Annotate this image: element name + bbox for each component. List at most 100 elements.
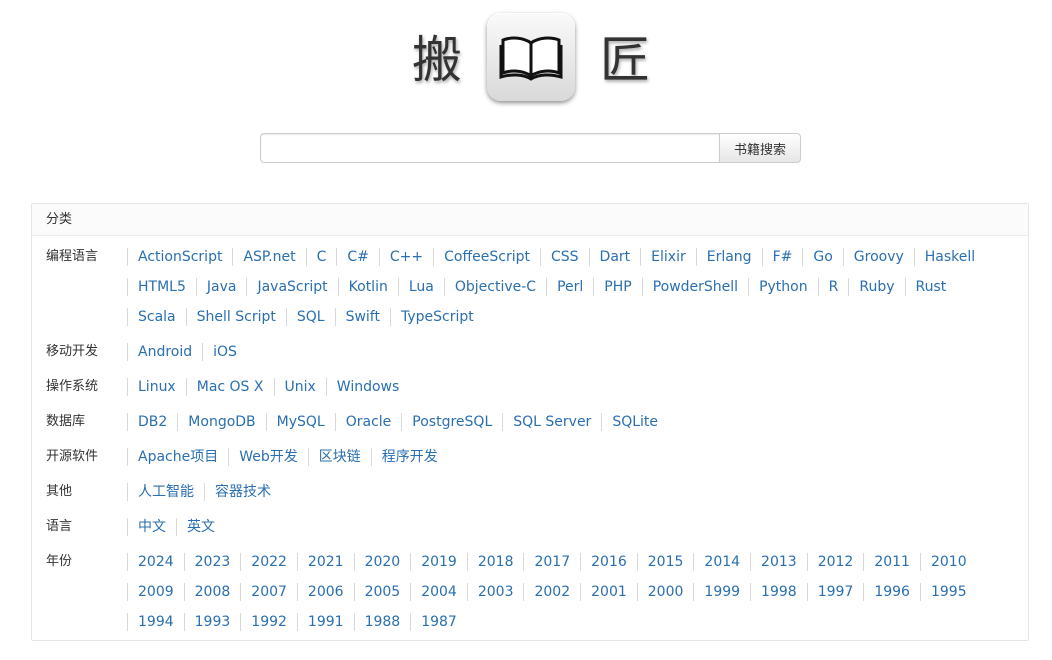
category-link[interactable]: Oracle	[334, 413, 402, 431]
category-link[interactable]: 2022	[240, 553, 297, 571]
category-link[interactable]: Groovy	[842, 248, 914, 266]
category-link[interactable]: 1987	[410, 613, 467, 631]
category-link[interactable]: Scala	[127, 308, 186, 326]
category-row-items: ActionScript ASP.net C C# C++ CoffeeScript CSS…	[127, 242, 1007, 332]
category-link[interactable]: 2008	[183, 583, 241, 601]
category-link[interactable]: 2002	[523, 583, 580, 601]
category-link[interactable]: 1998	[750, 583, 807, 601]
category-link[interactable]: iOS	[202, 343, 247, 361]
book-search-button[interactable]: 书籍搜索	[719, 133, 801, 163]
category-link[interactable]: PostgreSQL	[401, 413, 502, 431]
category-link[interactable]: 2014	[693, 553, 750, 571]
category-link[interactable]: 2017	[523, 553, 580, 571]
category-link[interactable]: PHP	[593, 278, 641, 296]
category-link[interactable]: Haskell	[913, 248, 985, 266]
category-link[interactable]: 区块链	[307, 448, 371, 466]
category-link[interactable]: PowderShell	[641, 278, 748, 296]
category-link[interactable]: 2005	[353, 583, 411, 601]
category-link[interactable]: MySQL	[265, 413, 335, 431]
category-row-label: 年份	[46, 554, 73, 569]
category-link[interactable]: SQL Server	[502, 413, 601, 431]
category-link[interactable]: 1992	[240, 613, 297, 631]
category-link[interactable]: Swift	[334, 308, 390, 326]
category-link[interactable]: DB2	[127, 413, 177, 431]
category-link[interactable]: C++	[378, 248, 433, 266]
category-link[interactable]: 2023	[183, 553, 241, 571]
category-link[interactable]: 人工智能	[127, 483, 204, 501]
category-link[interactable]: Dart	[588, 248, 641, 266]
category-link[interactable]: Apache项目	[127, 448, 228, 466]
category-link[interactable]: Go	[802, 248, 842, 266]
category-link[interactable]: 1995	[919, 583, 977, 601]
category-link[interactable]: Elixir	[640, 248, 696, 266]
category-link[interactable]: SQLite	[601, 413, 668, 431]
category-link[interactable]: 2016	[580, 553, 637, 571]
category-row-items: DB2 MongoDB MySQL Oracle PostgreSQL SQL Serve…	[127, 407, 1007, 437]
category-link[interactable]: C	[305, 248, 337, 266]
category-link[interactable]: 1993	[183, 613, 241, 631]
category-link[interactable]: 2019	[410, 553, 467, 571]
category-link[interactable]: 2015	[636, 553, 694, 571]
category-link[interactable]: Web开发	[228, 448, 308, 466]
category-link[interactable]: 1991	[296, 613, 354, 631]
category-link[interactable]: 2020	[353, 553, 411, 571]
category-link[interactable]: 2001	[580, 583, 637, 601]
category-link[interactable]: 1997	[806, 583, 864, 601]
category-link[interactable]: C#	[336, 248, 379, 266]
category-link[interactable]: 2013	[750, 553, 807, 571]
category-row-label: 其他	[46, 484, 73, 499]
category-link[interactable]: Java	[195, 278, 247, 296]
category-link[interactable]: Rust	[904, 278, 957, 296]
category-link[interactable]: 2009	[127, 583, 184, 601]
category-link[interactable]: 1999	[693, 583, 750, 601]
category-link[interactable]: 1988	[353, 613, 411, 631]
category-link[interactable]: Lua	[397, 278, 444, 296]
category-link[interactable]: Ruby	[848, 278, 904, 296]
category-link[interactable]: Unix	[273, 378, 326, 396]
category-link[interactable]: 1996	[863, 583, 920, 601]
category-link[interactable]: Mac OS X	[185, 378, 274, 396]
category-link[interactable]: 2010	[919, 553, 977, 571]
category-link[interactable]: Kotlin	[337, 278, 398, 296]
category-link[interactable]: 英文	[176, 518, 225, 536]
category-link[interactable]: 程序开发	[370, 448, 448, 466]
category-link[interactable]: Windows	[325, 378, 410, 396]
category-link[interactable]: 2000	[636, 583, 694, 601]
category-link[interactable]: 2003	[466, 583, 524, 601]
open-book-icon[interactable]	[487, 13, 575, 101]
search-input[interactable]	[260, 133, 719, 163]
category-link[interactable]: 1994	[127, 613, 184, 631]
category-link[interactable]: R	[817, 278, 849, 296]
category-link[interactable]: Python	[748, 278, 818, 296]
logo-left-char: 搬	[412, 31, 462, 89]
category-link[interactable]: 2021	[296, 553, 354, 571]
category-link[interactable]: SQL	[285, 308, 335, 326]
category-link[interactable]: 容器技术	[204, 483, 281, 501]
category-link[interactable]: JavaScript	[246, 278, 337, 296]
logo-right-char: 匠	[600, 31, 650, 89]
category-link[interactable]: 2018	[466, 553, 524, 571]
category-link[interactable]: 中文	[127, 518, 176, 536]
category-link[interactable]: Perl	[546, 278, 593, 296]
category-link[interactable]: Erlang	[695, 248, 762, 266]
category-link[interactable]: CoffeeScript	[433, 248, 540, 266]
category-link[interactable]: 2012	[806, 553, 864, 571]
category-row-label: 移动开发	[46, 344, 99, 359]
category-link[interactable]: Shell Script	[185, 308, 286, 326]
category-row-items: 人工智能 容器技术	[127, 477, 1007, 507]
category-link[interactable]: 2011	[863, 553, 920, 571]
category-link[interactable]: Android	[127, 343, 202, 361]
category-link[interactable]: MongoDB	[177, 413, 265, 431]
category-link[interactable]: CSS	[539, 248, 589, 266]
category-link[interactable]: TypeScript	[389, 308, 484, 326]
category-link[interactable]: Objective-C	[443, 278, 546, 296]
category-link[interactable]: ASP.net	[232, 248, 305, 266]
category-link[interactable]: 2006	[296, 583, 354, 601]
category-link[interactable]: 2007	[240, 583, 297, 601]
category-link[interactable]: Linux	[127, 378, 186, 396]
category-link[interactable]: ActionScript	[127, 248, 232, 266]
category-link[interactable]: HTML5	[127, 278, 196, 296]
category-link[interactable]: 2024	[127, 553, 184, 571]
category-link[interactable]: F#	[761, 248, 803, 266]
category-link[interactable]: 2004	[410, 583, 467, 601]
